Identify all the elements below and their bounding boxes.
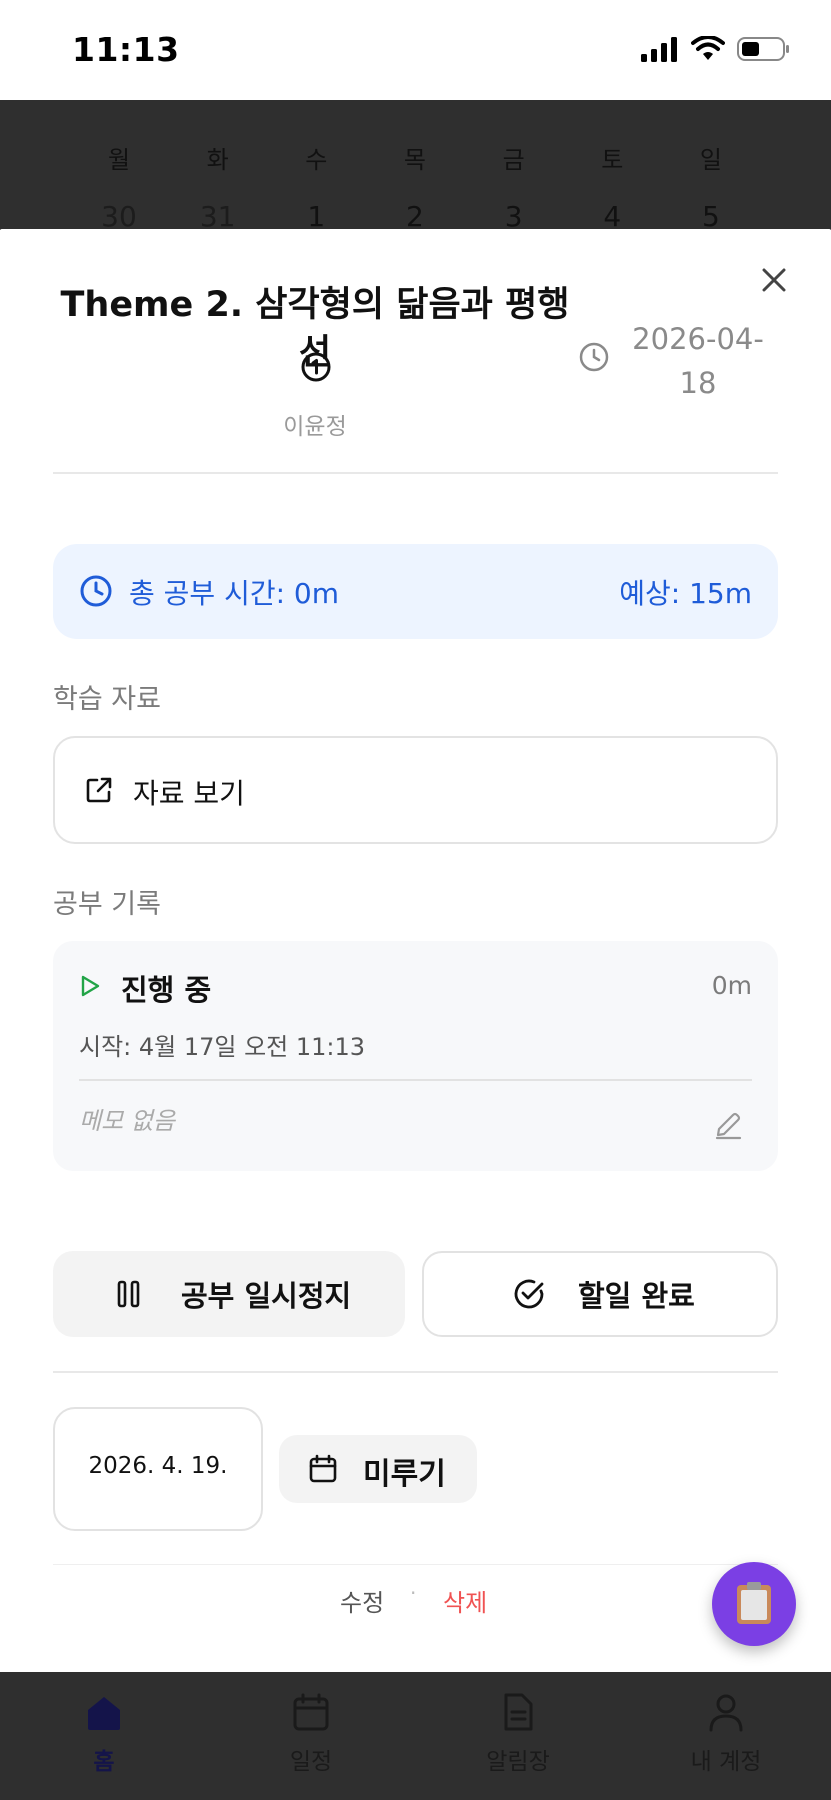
weekday-label: 일	[699, 146, 722, 174]
pause-icon	[117, 1280, 140, 1308]
pause-study-button[interactable]: 공부 일시정지	[53, 1251, 405, 1337]
complete-task-label: 할일 완료	[578, 1279, 695, 1313]
weekday-label: 월	[107, 146, 131, 174]
calendar-date: 2	[406, 200, 424, 230]
close-icon[interactable]	[757, 263, 791, 297]
postpone-date-value: 2026. 4. 19.	[88, 1453, 228, 1479]
edit-link[interactable]: 수정	[340, 1583, 384, 1618]
status-time: 11:13	[72, 30, 180, 69]
calendar-date: 1	[307, 200, 326, 230]
signal-icon	[641, 37, 677, 62]
nav-home-label: 홈	[93, 1749, 115, 1775]
battery-icon	[737, 37, 789, 61]
check-circle-icon	[514, 1279, 544, 1309]
expected-time: 예상: 15m	[619, 577, 752, 610]
nav-account[interactable]: 내 계정	[656, 1692, 796, 1776]
total-study-time-box: 총 공부 시간: 0m 예상: 15m	[53, 544, 778, 639]
record-section-label: 공부 기록	[53, 889, 161, 920]
materials-section-label: 학습 자료	[53, 684, 161, 715]
priority-one-icon	[301, 352, 331, 382]
clipboard-fab-button[interactable]	[712, 1562, 796, 1646]
weekday-label: 토	[601, 146, 624, 174]
external-link-icon	[86, 777, 112, 803]
calendar-backdrop: 월 화 수 목 금 토 일 30 31 1 2 3 4 5	[0, 100, 831, 230]
task-detail-sheet: Theme 2. 삼각형의 닮음과 평행선 이윤정 2026-04-18 총 공…	[0, 229, 831, 1672]
calendar-date: 31	[199, 200, 236, 230]
play-icon	[81, 975, 100, 997]
record-status: 진행 중	[121, 973, 212, 1007]
postpone-label: 미루기	[363, 1457, 446, 1492]
status-bar: 11:13	[0, 0, 831, 100]
clipboard-icon	[737, 1582, 771, 1624]
link-separator: ·	[410, 1581, 417, 1605]
footer-divider	[53, 1564, 778, 1565]
person-icon	[709, 1694, 743, 1732]
study-record-card: 진행 중 0m 시작: 4월 17일 오전 11:13 메모 없음	[53, 941, 778, 1171]
nav-notice[interactable]: 알림장	[448, 1692, 588, 1776]
document-icon	[504, 1693, 533, 1731]
home-icon	[88, 1697, 120, 1730]
pencil-icon[interactable]	[712, 1109, 744, 1141]
nav-schedule[interactable]: 일정	[241, 1692, 381, 1776]
view-material-button[interactable]: 자료 보기	[53, 736, 778, 844]
calendar-date: 4	[603, 200, 622, 230]
nav-home[interactable]: 홈	[34, 1692, 174, 1776]
weekday-label: 수	[305, 146, 328, 174]
postpone-button[interactable]: 미루기	[279, 1435, 477, 1503]
weekday-label: 목	[403, 146, 427, 174]
nav-schedule-label: 일정	[289, 1749, 333, 1775]
calendar-icon	[309, 1454, 337, 1483]
calendar-weekdays: 월 화 수 목 금 토 일	[70, 140, 760, 175]
bottom-nav: 홈 일정 알림장 내 계정	[0, 1672, 831, 1800]
calendar-date: 30	[101, 200, 137, 230]
nav-account-label: 내 계정	[690, 1749, 762, 1775]
nav-notice-label: 알림장	[486, 1749, 550, 1775]
clock-icon	[80, 575, 112, 607]
weekday-label: 화	[206, 146, 229, 174]
postpone-date-input[interactable]: 2026. 4. 19.	[53, 1407, 263, 1531]
record-duration: 0m	[711, 971, 752, 1000]
view-material-label: 자료 보기	[133, 777, 245, 810]
record-start-time: 시작: 4월 17일 오전 11:13	[79, 1033, 366, 1061]
status-icons	[641, 36, 791, 62]
calendar-icon	[293, 1693, 329, 1731]
record-divider	[79, 1079, 752, 1081]
header-divider	[53, 472, 778, 474]
calendar-date: 5	[702, 200, 720, 230]
actions-divider	[53, 1371, 778, 1373]
clock-icon	[579, 342, 609, 372]
task-author: 이윤정	[283, 414, 347, 440]
total-study-time: 총 공부 시간: 0m	[129, 577, 340, 610]
due-date: 2026-04-18	[632, 322, 764, 400]
weekday-label: 금	[502, 146, 525, 174]
memo-text: 메모 없음	[79, 1107, 175, 1135]
complete-task-button[interactable]: 할일 완료	[422, 1251, 778, 1337]
pause-study-label: 공부 일시정지	[181, 1279, 352, 1313]
wifi-icon	[691, 36, 725, 60]
delete-link[interactable]: 삭제	[443, 1583, 487, 1618]
calendar-date: 3	[504, 200, 523, 230]
calendar-dates: 30 31 1 2 3 4 5	[70, 200, 760, 230]
